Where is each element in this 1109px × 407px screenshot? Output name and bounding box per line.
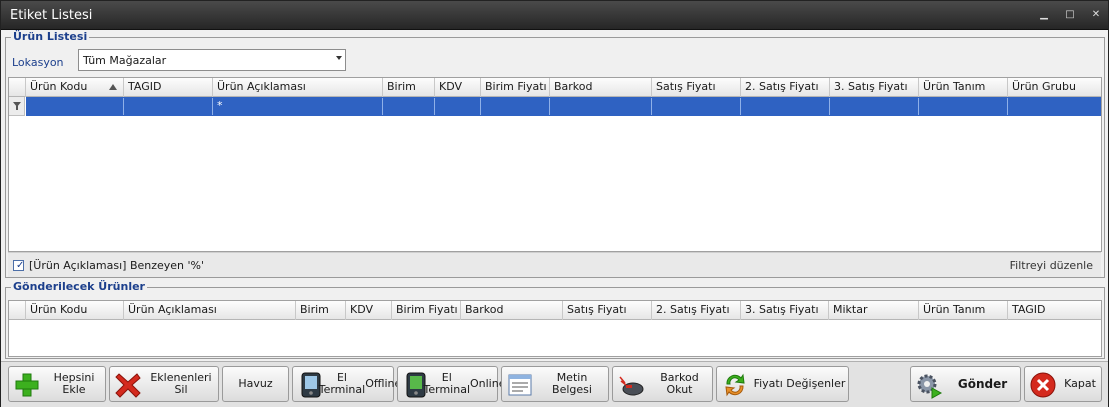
metin-belgesi-button[interactable]: Metin Belgesi <box>501 366 609 402</box>
action-toolbar: Hepsini Ekle Eklenenleri Sil Havuz El Te… <box>1 361 1108 407</box>
auto-filter-row[interactable]: * <box>26 97 1101 116</box>
column-header-urun-aciklamasi[interactable]: Ürün Açıklaması <box>213 78 383 97</box>
filter-cell-satis-fiyati[interactable] <box>652 98 741 115</box>
urun-listesi-title: Ürün Listesi <box>11 30 90 43</box>
column-header-birim[interactable]: Birim <box>296 301 346 320</box>
gonder-button[interactable]: Gönder <box>910 366 1021 402</box>
filter-cell-urun-kodu[interactable] <box>26 98 124 115</box>
etiket-listesi-window: Etiket Listesi ▁ □ ✕ Ürün Listesi Lokasy… <box>0 0 1109 407</box>
filter-cell-tagid[interactable] <box>124 98 213 115</box>
button-label: Havuz <box>238 377 273 390</box>
minimize-icon[interactable]: ▁ <box>1037 9 1051 21</box>
column-header-urun-tanim[interactable]: Ürün Tanım <box>919 301 1008 320</box>
eklenenleri-sil-button[interactable]: Eklenenleri Sil <box>109 366 219 402</box>
kapat-button[interactable]: Kapat <box>1024 366 1102 402</box>
column-header-tagid[interactable]: TAGID <box>1008 301 1101 320</box>
column-header-urun-aciklamasi[interactable]: Ürün Açıklaması <box>124 301 296 320</box>
title-bar[interactable]: Etiket Listesi ▁ □ ✕ <box>1 1 1108 30</box>
fiyati-degisenler-button[interactable]: Fiyatı Değişenler <box>716 366 849 402</box>
hepsini-ekle-button[interactable]: Hepsini Ekle <box>8 366 106 402</box>
column-header-3-satis-fiyati[interactable]: 3. Satış Fiyatı <box>741 301 829 320</box>
close-icon[interactable]: ✕ <box>1089 9 1103 21</box>
column-header-urun-kodu[interactable]: Ürün Kodu <box>26 301 124 320</box>
grid-header: Ürün Kodu Ürün Açıklaması Birim KDV Biri… <box>9 301 1101 320</box>
el-terminal-online-button[interactable]: El Terminal Online <box>397 366 506 402</box>
close-circle-icon <box>1030 372 1056 398</box>
column-header-birim[interactable]: Birim <box>383 78 435 97</box>
button-label: Metin Belgesi <box>552 371 592 396</box>
filter-cell-birim[interactable] <box>383 98 435 115</box>
header-indicator-cell <box>9 78 26 97</box>
edit-filter-link[interactable]: Filtreyi düzenle <box>1010 259 1093 272</box>
column-header-satis-fiyati[interactable]: Satış Fiyatı <box>563 301 652 320</box>
column-header-2-satis-fiyati[interactable]: 2. Satış Fiyatı <box>652 301 741 320</box>
delete-x-icon <box>115 373 141 398</box>
column-header-3-satis-fiyati[interactable]: 3. Satış Fiyatı <box>830 78 919 97</box>
refresh-arrows-icon <box>725 373 745 397</box>
maximize-icon[interactable]: □ <box>1063 9 1077 21</box>
button-label: Barkod Okut <box>660 371 699 396</box>
filter-cell-birim-fiyati[interactable] <box>481 98 550 115</box>
text-document-icon <box>508 374 532 396</box>
column-header-satis-fiyati[interactable]: Satış Fiyatı <box>652 78 741 97</box>
filter-cell-3-satis-fiyati[interactable] <box>830 98 919 115</box>
column-header-urun-kodu[interactable]: Ürün Kodu <box>26 78 124 97</box>
column-header-birim-fiyati[interactable]: Birim Fiyatı <box>392 301 461 320</box>
barcode-scanner-icon <box>619 376 644 396</box>
column-header-barkod[interactable]: Barkod <box>461 301 563 320</box>
button-label: Gönder <box>957 377 1008 391</box>
button-label: Hepsini Ekle <box>53 371 95 396</box>
sort-ascending-icon <box>109 84 117 90</box>
barkod-okut-button[interactable]: Barkod Okut <box>612 366 713 402</box>
column-header-kdv[interactable]: KDV <box>435 78 481 97</box>
gonderilecek-urunler-title: Gönderilecek Ürünler <box>11 280 147 293</box>
filter-active-checkbox[interactable]: ✓ <box>13 260 24 271</box>
window-title: Etiket Listesi <box>10 8 93 23</box>
filter-cell-urun-grubu[interactable] <box>1008 98 1101 115</box>
button-label: Eklenenleri Sil <box>150 371 212 396</box>
filter-cell-kdv[interactable] <box>435 98 481 115</box>
check-icon: ✓ <box>16 260 25 271</box>
el-terminal-offline-button[interactable]: El Terminal Offline <box>292 366 402 402</box>
column-header-barkod[interactable]: Barkod <box>550 78 652 97</box>
column-header-urun-grubu[interactable]: Ürün Grubu <box>1008 78 1101 97</box>
column-header-miktar[interactable]: Miktar <box>829 301 919 320</box>
button-label: Fiyatı Değişenler <box>753 377 846 390</box>
lokasyon-label: Lokasyon <box>12 56 64 69</box>
grid-header: Ürün Kodu TAGID Ürün Açıklaması Birim KD… <box>9 78 1101 97</box>
urun-listesi-grid[interactable]: Ürün Kodu TAGID Ürün Açıklaması Birim KD… <box>8 77 1102 252</box>
lokasyon-value: Tüm Mağazalar <box>83 54 167 67</box>
lokasyon-combobox[interactable]: Tüm Mağazalar <box>78 49 346 71</box>
column-header-tagid[interactable]: TAGID <box>124 78 213 97</box>
button-label: El Terminal Offline <box>318 371 402 396</box>
filter-panel: ✓ [Ürün Açıklaması] Benzeyen '%' Filtrey… <box>8 252 1101 277</box>
havuz-button[interactable]: Havuz <box>222 366 289 402</box>
column-header-kdv[interactable]: KDV <box>346 301 392 320</box>
button-label: El Terminal Online <box>423 371 506 396</box>
filter-expression[interactable]: [Ürün Açıklaması] Benzeyen '%' <box>29 259 204 272</box>
button-label: Kapat <box>1064 377 1096 390</box>
column-header-birim-fiyati[interactable]: Birim Fiyatı <box>481 78 550 97</box>
chevron-down-icon[interactable] <box>336 56 342 60</box>
column-header-urun-tanim[interactable]: Ürün Tanım <box>919 78 1008 97</box>
filter-cell-urun-tanim[interactable] <box>919 98 1008 115</box>
gonderilecek-grid[interactable]: Ürün Kodu Ürün Açıklaması Birim KDV Biri… <box>8 300 1102 357</box>
column-header-2-satis-fiyati[interactable]: 2. Satış Fiyatı <box>741 78 830 97</box>
add-plus-icon <box>15 373 39 397</box>
column-label: Ürün Kodu <box>30 80 88 93</box>
filter-row-indicator <box>9 97 25 116</box>
header-indicator-cell <box>9 301 26 320</box>
filter-cell-urun-aciklamasi[interactable]: * <box>213 98 383 115</box>
filter-cell-barkod[interactable] <box>550 98 652 115</box>
gear-send-icon <box>917 374 943 399</box>
filter-cell-2-satis-fiyati[interactable] <box>741 98 830 115</box>
